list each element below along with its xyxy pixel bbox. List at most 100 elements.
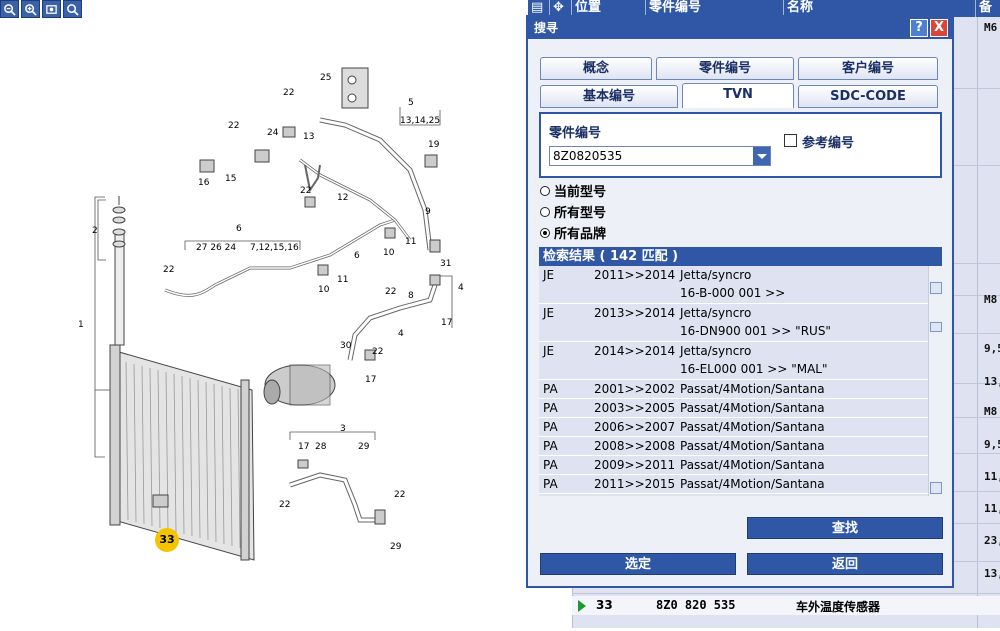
- svg-text:30: 30: [340, 341, 352, 351]
- result-row[interactable]: PA 2008>>2008 Passat/4Motion/Santana: [539, 437, 928, 456]
- result-detail: 16-EL000 001 >> "MAL": [680, 362, 828, 376]
- radio-icon: [540, 185, 550, 196]
- svg-text:10: 10: [318, 285, 330, 295]
- table-cell-remark: M8: [984, 405, 998, 418]
- selected-part-number: 8Z0 820 535: [656, 598, 736, 612]
- select-button[interactable]: 选定: [540, 553, 736, 575]
- result-years: 2011>>2015: [594, 477, 676, 491]
- result-row[interactable]: JE 2014>>2014 Jetta/syncro 16-EL000 001 …: [539, 342, 928, 380]
- zoom-search-icon[interactable]: [63, 0, 82, 18]
- callout-33[interactable]: 33: [155, 528, 179, 552]
- close-icon[interactable]: X: [930, 19, 948, 37]
- selected-pos: 33: [596, 598, 613, 612]
- svg-text:17: 17: [298, 442, 309, 452]
- table-col-divider: [977, 17, 978, 628]
- result-years: 2009>>2011: [594, 458, 676, 472]
- result-detail: 16-B-000 001 >>: [680, 286, 786, 300]
- result-code: PA: [543, 458, 558, 472]
- svg-text:6: 6: [354, 251, 360, 261]
- svg-text:25: 25: [320, 73, 331, 83]
- svg-text:22: 22: [163, 265, 174, 275]
- result-years: 2003>>2005: [594, 401, 676, 415]
- svg-text:10: 10: [383, 248, 395, 258]
- result-years: 2014>>2014: [594, 344, 676, 358]
- tab-part-number[interactable]: 零件编号: [656, 57, 794, 80]
- receiver-drier: [112, 196, 126, 346]
- reference-checkbox-label: 参考编号: [802, 136, 855, 151]
- zoom-out-icon[interactable]: [0, 0, 19, 18]
- result-code: PA: [543, 477, 558, 491]
- radio-all-brands[interactable]: 所有品牌: [540, 223, 606, 242]
- svg-text:3: 3: [340, 424, 346, 434]
- scroll-down-icon[interactable]: [930, 482, 942, 494]
- result-row[interactable]: PA 2011>>2015 Passat/4Motion/Santana: [539, 475, 928, 494]
- svg-text:16: 16: [198, 178, 210, 188]
- table-cell-remark: 13,: [984, 567, 1000, 580]
- table-cell-remark: M8: [984, 293, 998, 306]
- result-row[interactable]: PA 2009>>2011 Passat/4Motion/Santana: [539, 456, 928, 475]
- find-button[interactable]: 查找: [747, 517, 943, 539]
- result-model: Jetta/syncro: [680, 268, 752, 282]
- search-label: 零件编号: [549, 126, 602, 141]
- svg-text:29: 29: [390, 542, 402, 552]
- table-row-selected[interactable]: 33 8Z0 820 535 车外温度传感器: [572, 596, 1000, 615]
- result-years: 2006>>2007: [594, 420, 676, 434]
- svg-text:6: 6: [236, 224, 242, 234]
- result-row[interactable]: PA 2003>>2005 Passat/4Motion/Santana: [539, 399, 928, 418]
- svg-text:27 26 24: 27 26 24: [196, 243, 236, 253]
- result-model: Passat/4Motion/Santana: [680, 477, 825, 491]
- expansion-valve: [341, 67, 369, 109]
- table-row-divider: [572, 593, 1000, 594]
- part-number-combobox[interactable]: 8Z0820535: [549, 146, 771, 166]
- zoom-in-icon[interactable]: [21, 0, 40, 18]
- table-cell-remark: 23,: [984, 534, 1000, 547]
- reference-checkbox[interactable]: [784, 134, 797, 147]
- result-model: Passat/4Motion/Santana: [680, 401, 825, 415]
- result-years: 2008>>2008: [594, 439, 676, 453]
- tab-tvn[interactable]: TVN: [682, 83, 794, 108]
- scroll-thumb[interactable]: [930, 322, 942, 332]
- tab-customer-number[interactable]: 客户编号: [798, 57, 938, 80]
- svg-text:13: 13: [303, 132, 314, 142]
- radio-current-model[interactable]: 当前型号: [540, 181, 606, 200]
- back-button[interactable]: 返回: [747, 553, 943, 575]
- svg-text:15: 15: [225, 174, 236, 184]
- ac-system-diagram: 252224 13513,14,25 221916 15222 12627 26…: [78, 67, 464, 561]
- svg-text:11: 11: [405, 237, 416, 247]
- result-years: 2001>>2002: [594, 382, 676, 396]
- result-row[interactable]: JE 2011>>2014 Jetta/syncro 16-B-000 001 …: [539, 266, 928, 304]
- radio-all-models[interactable]: 所有型号: [540, 202, 606, 221]
- result-detail: 16-DN900 001 >> "RUS": [680, 324, 831, 338]
- svg-text:22: 22: [385, 287, 396, 297]
- scroll-up-icon[interactable]: [930, 282, 942, 294]
- svg-text:17: 17: [365, 375, 376, 385]
- svg-text:22: 22: [283, 88, 294, 98]
- result-code: JE: [543, 344, 555, 358]
- result-row[interactable]: JE 2013>>2014 Jetta/syncro 16-DN900 001 …: [539, 304, 928, 342]
- svg-text:31: 31: [440, 259, 451, 269]
- svg-text:5: 5: [408, 98, 414, 108]
- svg-text:17: 17: [441, 318, 452, 328]
- tab-sdc-code[interactable]: SDC-CODE: [798, 85, 938, 108]
- result-years: 2013>>2014: [594, 306, 676, 320]
- tab-base-number[interactable]: 基本编号: [540, 85, 678, 108]
- condenser: [109, 344, 255, 561]
- result-model: Jetta/syncro: [680, 344, 752, 358]
- zoom-fit-icon[interactable]: [42, 0, 61, 18]
- dialog-title: 搜寻: [528, 17, 952, 39]
- svg-text:11: 11: [337, 275, 348, 285]
- results-scrollbar[interactable]: [928, 266, 942, 496]
- chevron-down-icon[interactable]: [753, 147, 770, 165]
- search-dialog: 搜寻 ? X 概念 零件编号 客户编号 基本编号 TVN SDC-CODE 零件…: [526, 15, 954, 588]
- compressor: [263, 364, 336, 406]
- help-icon[interactable]: ?: [910, 19, 928, 37]
- tab-concept[interactable]: 概念: [540, 57, 652, 80]
- result-code: PA: [543, 401, 558, 415]
- svg-text:22: 22: [228, 121, 239, 131]
- result-row[interactable]: PA 2001>>2002 Passat/4Motion/Santana: [539, 380, 928, 399]
- result-model: Passat/4Motion/Santana: [680, 439, 825, 453]
- result-row[interactable]: PA 2006>>2007 Passat/4Motion/Santana: [539, 418, 928, 437]
- result-model: Passat/4Motion/Santana: [680, 420, 825, 434]
- result-code: PA: [543, 439, 558, 453]
- col-header-remark[interactable]: 备: [976, 0, 1000, 17]
